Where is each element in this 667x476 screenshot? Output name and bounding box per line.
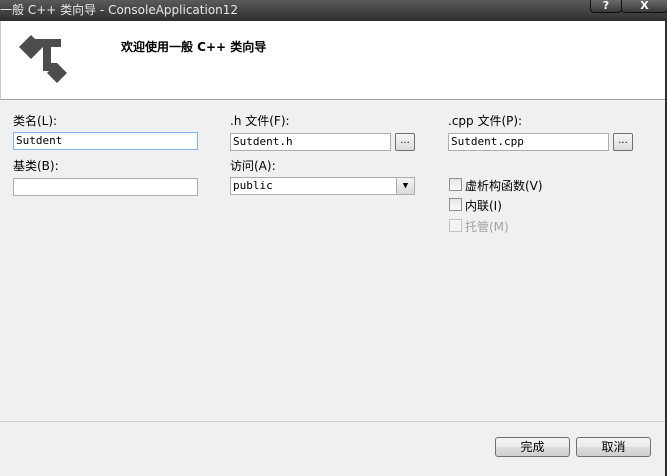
window-title: 一般 C++ 类向导 - ConsoleApplication12 [0,3,239,17]
cpp-file-input[interactable]: Sutdent.cpp [448,133,609,151]
virtual-destructor-label: 虚析构函数(V) [465,179,543,193]
close-button[interactable]: X [621,0,667,13]
footer-divider [0,421,667,422]
access-select-value: public [233,179,273,192]
finish-button[interactable]: 完成 [495,437,570,457]
h-file-label: .h 文件(F): [230,114,290,128]
managed-label: 托管(M) [465,220,509,234]
wizard-header: 欢迎使用一般 C++ 类向导 [0,21,667,100]
virtual-destructor-checkbox[interactable] [449,178,462,191]
access-select[interactable]: public ▼ [230,177,415,195]
class-name-input[interactable]: Sutdent [13,132,198,150]
cpp-file-browse-button[interactable]: ... [613,133,633,151]
access-label: 访问(A): [230,159,276,173]
chevron-down-icon[interactable]: ▼ [396,178,414,194]
inline-checkbox[interactable] [449,198,462,211]
page-title: 欢迎使用一般 C++ 类向导 [121,40,267,54]
base-class-input[interactable] [13,178,198,196]
managed-checkbox [449,219,462,232]
class-name-label: 类名(L): [13,114,58,128]
h-file-input[interactable]: Sutdent.h [230,133,391,151]
title-bar[interactable]: 一般 C++ 类向导 - ConsoleApplication12 ? X [0,0,667,21]
cpp-file-label: .cpp 文件(P): [448,114,523,128]
help-button[interactable]: ? [590,0,622,13]
class-wizard-icon [19,35,67,83]
inline-label: 内联(I) [465,199,502,213]
cancel-button[interactable]: 取消 [576,437,651,457]
base-class-label: 基类(B): [13,159,59,173]
h-file-browse-button[interactable]: ... [395,133,415,151]
